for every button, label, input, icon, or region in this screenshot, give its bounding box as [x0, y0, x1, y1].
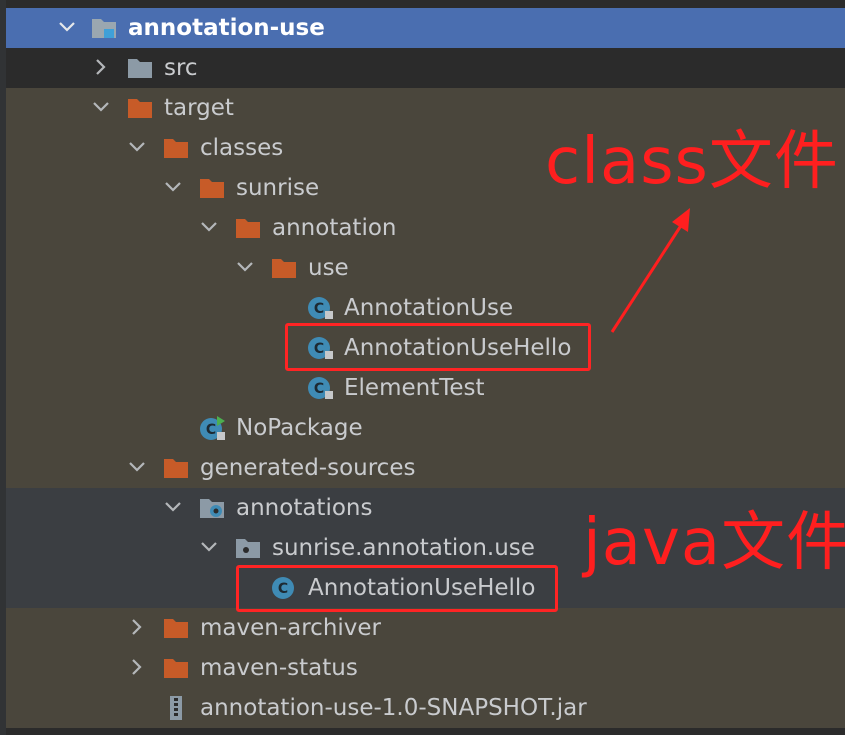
annotation-arrow — [610, 208, 690, 333]
class-file-annotation: class文件 — [545, 125, 839, 199]
java-file-annotation: java文件 — [583, 506, 845, 580]
